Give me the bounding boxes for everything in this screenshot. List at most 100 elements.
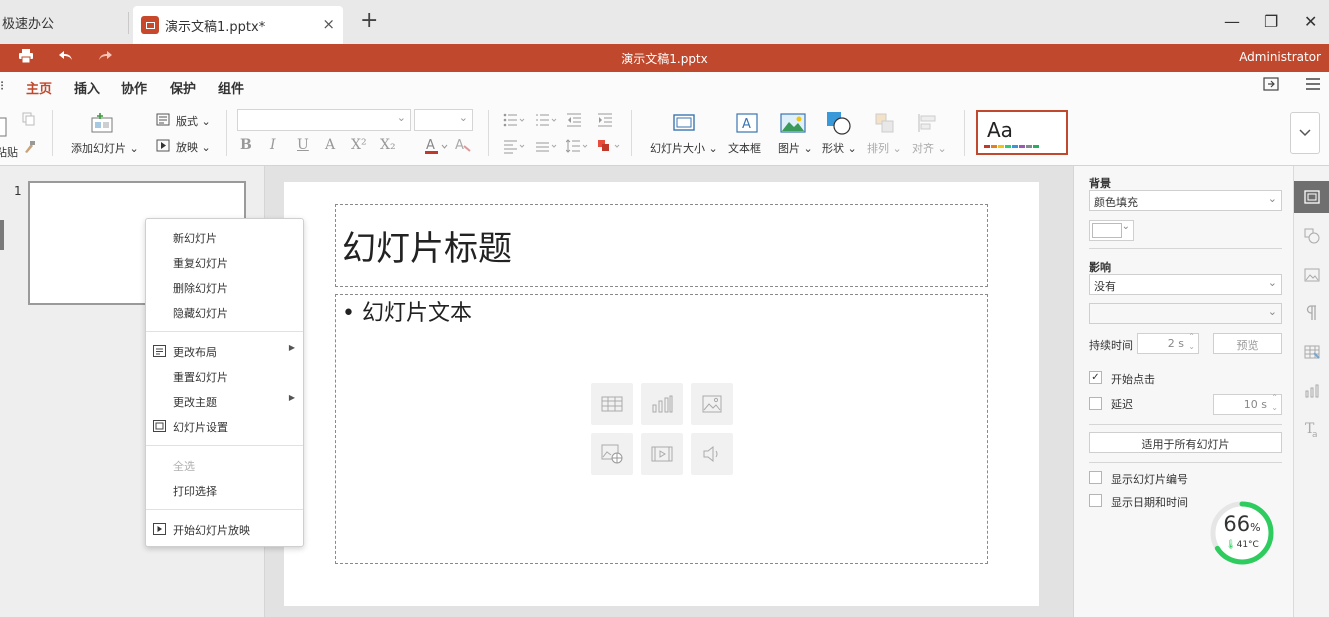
menu-item-reset-slide[interactable]: 重置幻灯片 — [146, 365, 303, 387]
slide[interactable]: 幻灯片标题 • 幻灯片文本 — [284, 182, 1039, 606]
tab-close-icon[interactable]: × — [322, 15, 335, 33]
arrange-button[interactable]: 排列 ⌄ — [867, 140, 902, 156]
panel-resize-handle[interactable] — [0, 220, 4, 250]
align-objects-icon[interactable] — [917, 113, 939, 136]
chart-settings-icon[interactable] — [1294, 375, 1329, 407]
menu-item-print-selection[interactable]: 打印选择 — [146, 479, 303, 501]
textbox-label[interactable]: 文本框 — [728, 140, 761, 156]
image-settings-icon[interactable] — [1294, 259, 1329, 291]
layout-icon[interactable] — [156, 113, 170, 129]
align-left-icon[interactable] — [503, 138, 527, 157]
bold-button[interactable]: B — [240, 137, 252, 153]
italic-button[interactable]: I — [270, 137, 276, 153]
arrange-icon[interactable] — [875, 113, 895, 136]
menu-item-select-all[interactable]: 全选 — [146, 454, 303, 476]
menu-item-duplicate-slide[interactable]: 重复幻灯片 — [146, 251, 303, 273]
bullet-list-icon[interactable] — [503, 112, 527, 131]
start-on-click-checkbox[interactable]: ✓ — [1089, 371, 1102, 384]
restore-button[interactable]: ❐ — [1264, 12, 1278, 32]
system-monitor-widget[interactable]: 66% 🌡41°C — [1209, 500, 1275, 566]
slide-size-icon[interactable] — [673, 114, 695, 135]
body-placeholder[interactable]: • 幻灯片文本 — [335, 294, 988, 564]
paste-icon[interactable] — [0, 116, 8, 141]
menu-item-slide-settings[interactable]: 幻灯片设置 — [146, 415, 303, 437]
subscript-button[interactable]: X₂ — [380, 137, 396, 153]
text-art-settings-icon[interactable]: Ta — [1294, 413, 1329, 445]
open-location-icon[interactable] — [1263, 77, 1279, 95]
menu-item-change-theme[interactable]: 更改主题 ▶ — [146, 390, 303, 412]
show-slide-number-checkbox[interactable] — [1089, 471, 1102, 484]
numbered-list-icon[interactable] — [535, 112, 559, 131]
duration-stepper[interactable]: 2 s — [1137, 332, 1199, 354]
tab-home[interactable]: 极速办公 — [0, 0, 128, 44]
decrease-indent-icon[interactable] — [566, 112, 582, 131]
close-window-button[interactable]: ✕ — [1304, 12, 1317, 32]
insert-video-icon[interactable] — [641, 433, 683, 475]
new-tab-button[interactable]: + — [360, 10, 378, 32]
font-size-select[interactable] — [414, 109, 473, 131]
align-objects-button[interactable]: 对齐 ⌄ — [912, 140, 947, 156]
menu-item-start-slideshow[interactable]: 开始幻灯片放映 — [146, 518, 303, 540]
effect-select[interactable]: 没有 — [1089, 274, 1282, 295]
menu-item-delete-slide[interactable]: 删除幻灯片 — [146, 276, 303, 298]
highlight-icon[interactable]: A — [454, 137, 472, 158]
insert-audio-icon[interactable] — [691, 433, 733, 475]
apply-to-all-slides-button[interactable]: 适用于所有幻灯片 — [1089, 432, 1282, 453]
show-date-time-checkbox[interactable] — [1089, 494, 1102, 507]
menu-plugins[interactable]: 组件 — [218, 78, 244, 97]
strikethrough-button[interactable]: A — [325, 137, 335, 153]
slide-size-button[interactable]: 幻灯片大小 ⌄ — [650, 140, 718, 156]
minimize-button[interactable]: — — [1224, 12, 1240, 32]
font-color-icon[interactable]: A — [424, 137, 450, 158]
table-settings-icon[interactable] — [1294, 336, 1329, 368]
preview-button[interactable]: 预览 — [1213, 333, 1282, 354]
ribbon-divider — [964, 110, 965, 156]
font-family-select[interactable] — [237, 109, 411, 131]
background-fill-select[interactable]: 颜色填充 — [1089, 190, 1282, 211]
theme-gallery[interactable]: Aa — [976, 110, 1068, 155]
underline-button[interactable]: U — [297, 137, 309, 153]
superscript-button[interactable]: X² — [351, 137, 367, 153]
user-name[interactable]: Administrator — [1239, 50, 1321, 64]
insert-image-icon[interactable] — [691, 383, 733, 425]
menu-protect[interactable]: 保护 — [170, 78, 196, 97]
hamburger-menu-icon[interactable] — [1305, 77, 1321, 95]
paragraph-settings-icon[interactable] — [1294, 297, 1329, 329]
shape-fill-icon[interactable] — [597, 138, 623, 157]
file-menu-icon[interactable]: ⁝ — [0, 79, 4, 94]
menu-home[interactable]: 主页 — [26, 78, 53, 103]
menu-collaborate[interactable]: 协作 — [121, 78, 147, 97]
copy-icon[interactable] — [22, 112, 36, 129]
shape-button[interactable]: 形状 ⌄ — [822, 140, 857, 156]
menu-item-hide-slide[interactable]: 隐藏幻灯片 — [146, 301, 303, 323]
slide-settings-icon[interactable] — [1294, 181, 1329, 213]
play-icon[interactable] — [156, 139, 170, 155]
delay-stepper[interactable]: 10 s — [1213, 393, 1282, 415]
format-painter-icon[interactable] — [22, 140, 36, 157]
shape-settings-icon[interactable] — [1294, 220, 1329, 252]
line-spacing-icon[interactable] — [565, 138, 590, 157]
menu-item-new-slide[interactable]: 新幻灯片 — [146, 226, 303, 248]
shape-icon[interactable] — [826, 111, 852, 138]
title-placeholder[interactable]: 幻灯片标题 — [335, 204, 988, 287]
menu-item-change-layout[interactable]: 更改布局 ▶ — [146, 340, 303, 362]
add-slide-button[interactable]: 添加幻灯片 ⌄ — [71, 140, 139, 156]
menu-insert[interactable]: 插入 — [74, 78, 100, 97]
textbox-icon[interactable]: A — [736, 113, 758, 136]
insert-chart-icon[interactable] — [641, 383, 683, 425]
increase-indent-icon[interactable] — [597, 112, 613, 131]
insert-online-image-icon[interactable] — [591, 433, 633, 475]
ribbon-expand-button[interactable] — [1290, 112, 1320, 154]
background-color-picker[interactable] — [1089, 220, 1134, 241]
delay-checkbox[interactable] — [1089, 397, 1102, 410]
layout-button[interactable]: 版式 ⌄ — [176, 113, 211, 129]
tab-document[interactable]: 演示文稿1.pptx* × — [133, 6, 343, 44]
add-slide-icon[interactable] — [90, 113, 114, 136]
picture-label: 图片 — [778, 142, 800, 155]
play-button[interactable]: 放映 ⌄ — [176, 139, 211, 155]
effect-option-select[interactable] — [1089, 303, 1282, 324]
picture-icon[interactable] — [780, 113, 806, 136]
picture-button[interactable]: 图片 ⌄ — [778, 140, 813, 156]
vertical-align-icon[interactable] — [535, 138, 559, 157]
insert-table-icon[interactable] — [591, 383, 633, 425]
